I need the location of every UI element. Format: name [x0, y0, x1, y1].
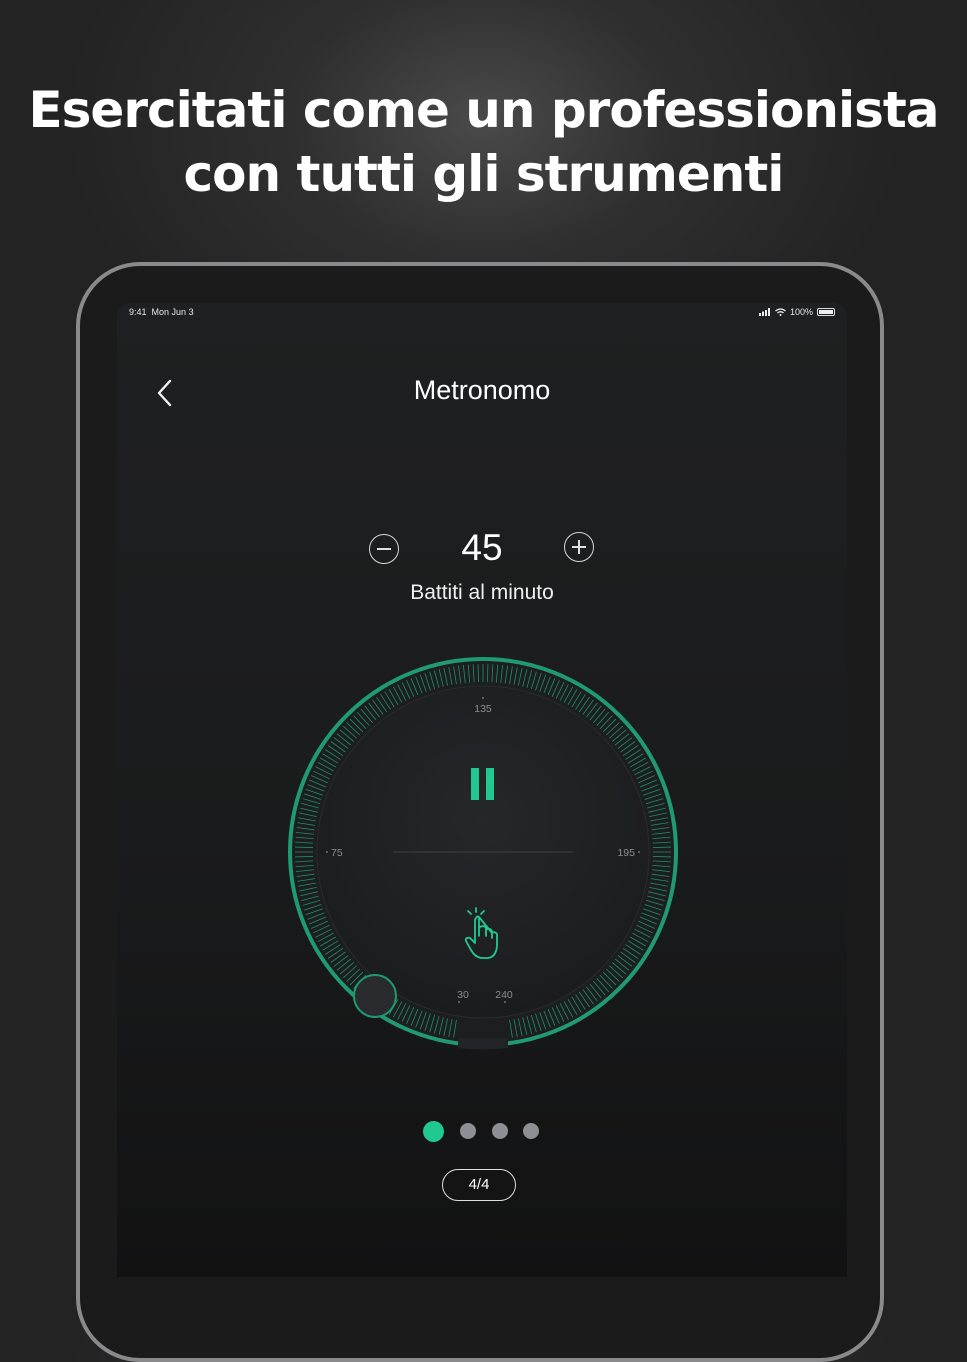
dial-label-bottom-right: 240	[495, 989, 513, 1001]
dial-label-bottom-left: 30	[457, 989, 469, 1001]
headline-line-1: Esercitati come un professionista	[0, 78, 967, 142]
tempo-knob[interactable]	[354, 975, 396, 1017]
promo-headline: Esercitati come un professionista con tu…	[0, 78, 967, 206]
tick-mark-top	[482, 697, 484, 699]
bpm-label: Battiti al minuto	[117, 581, 847, 605]
battery-percent: 100%	[790, 307, 813, 317]
status-clock: 9:41	[129, 307, 147, 317]
status-bar: 9:41 Mon Jun 3 100%	[129, 307, 835, 323]
increase-tempo-button[interactable]	[564, 532, 594, 562]
tick-mark-bottom-right	[504, 1001, 506, 1003]
status-indicators: 100%	[759, 307, 835, 317]
status-date: Mon Jun 3	[152, 307, 194, 317]
dial-gap	[458, 1038, 508, 1050]
time-signature-button[interactable]: 4/4	[442, 1169, 516, 1201]
dial-label-right: 195	[617, 847, 635, 859]
tick-mark-bottom-left	[458, 1001, 460, 1003]
page-title: Metronomo	[117, 375, 847, 406]
beat-dot-4[interactable]	[523, 1123, 539, 1139]
plus-icon-vertical	[578, 540, 580, 554]
beat-indicators	[423, 1121, 543, 1141]
beat-dot-1[interactable]	[423, 1121, 444, 1142]
signal-icon	[759, 308, 771, 316]
status-time: 9:41 Mon Jun 3	[129, 307, 194, 317]
tempo-dial[interactable]: 135 75 195 30 240	[283, 652, 683, 1052]
dial-label-top: 135	[474, 703, 492, 715]
tick-mark-left	[326, 851, 328, 853]
headline-line-2: con tutti gli strumenti	[0, 142, 967, 206]
beat-dot-2[interactable]	[460, 1123, 476, 1139]
bpm-value: 45	[117, 527, 847, 569]
app-screen: 9:41 Mon Jun 3 100% Metronomo 45	[117, 303, 847, 1277]
tick-mark-right	[638, 851, 640, 853]
beat-dot-3[interactable]	[492, 1123, 508, 1139]
dial-label-left: 75	[331, 847, 343, 859]
wifi-icon	[775, 308, 786, 316]
tempo-controls: 45	[117, 527, 847, 571]
battery-icon	[817, 308, 835, 316]
